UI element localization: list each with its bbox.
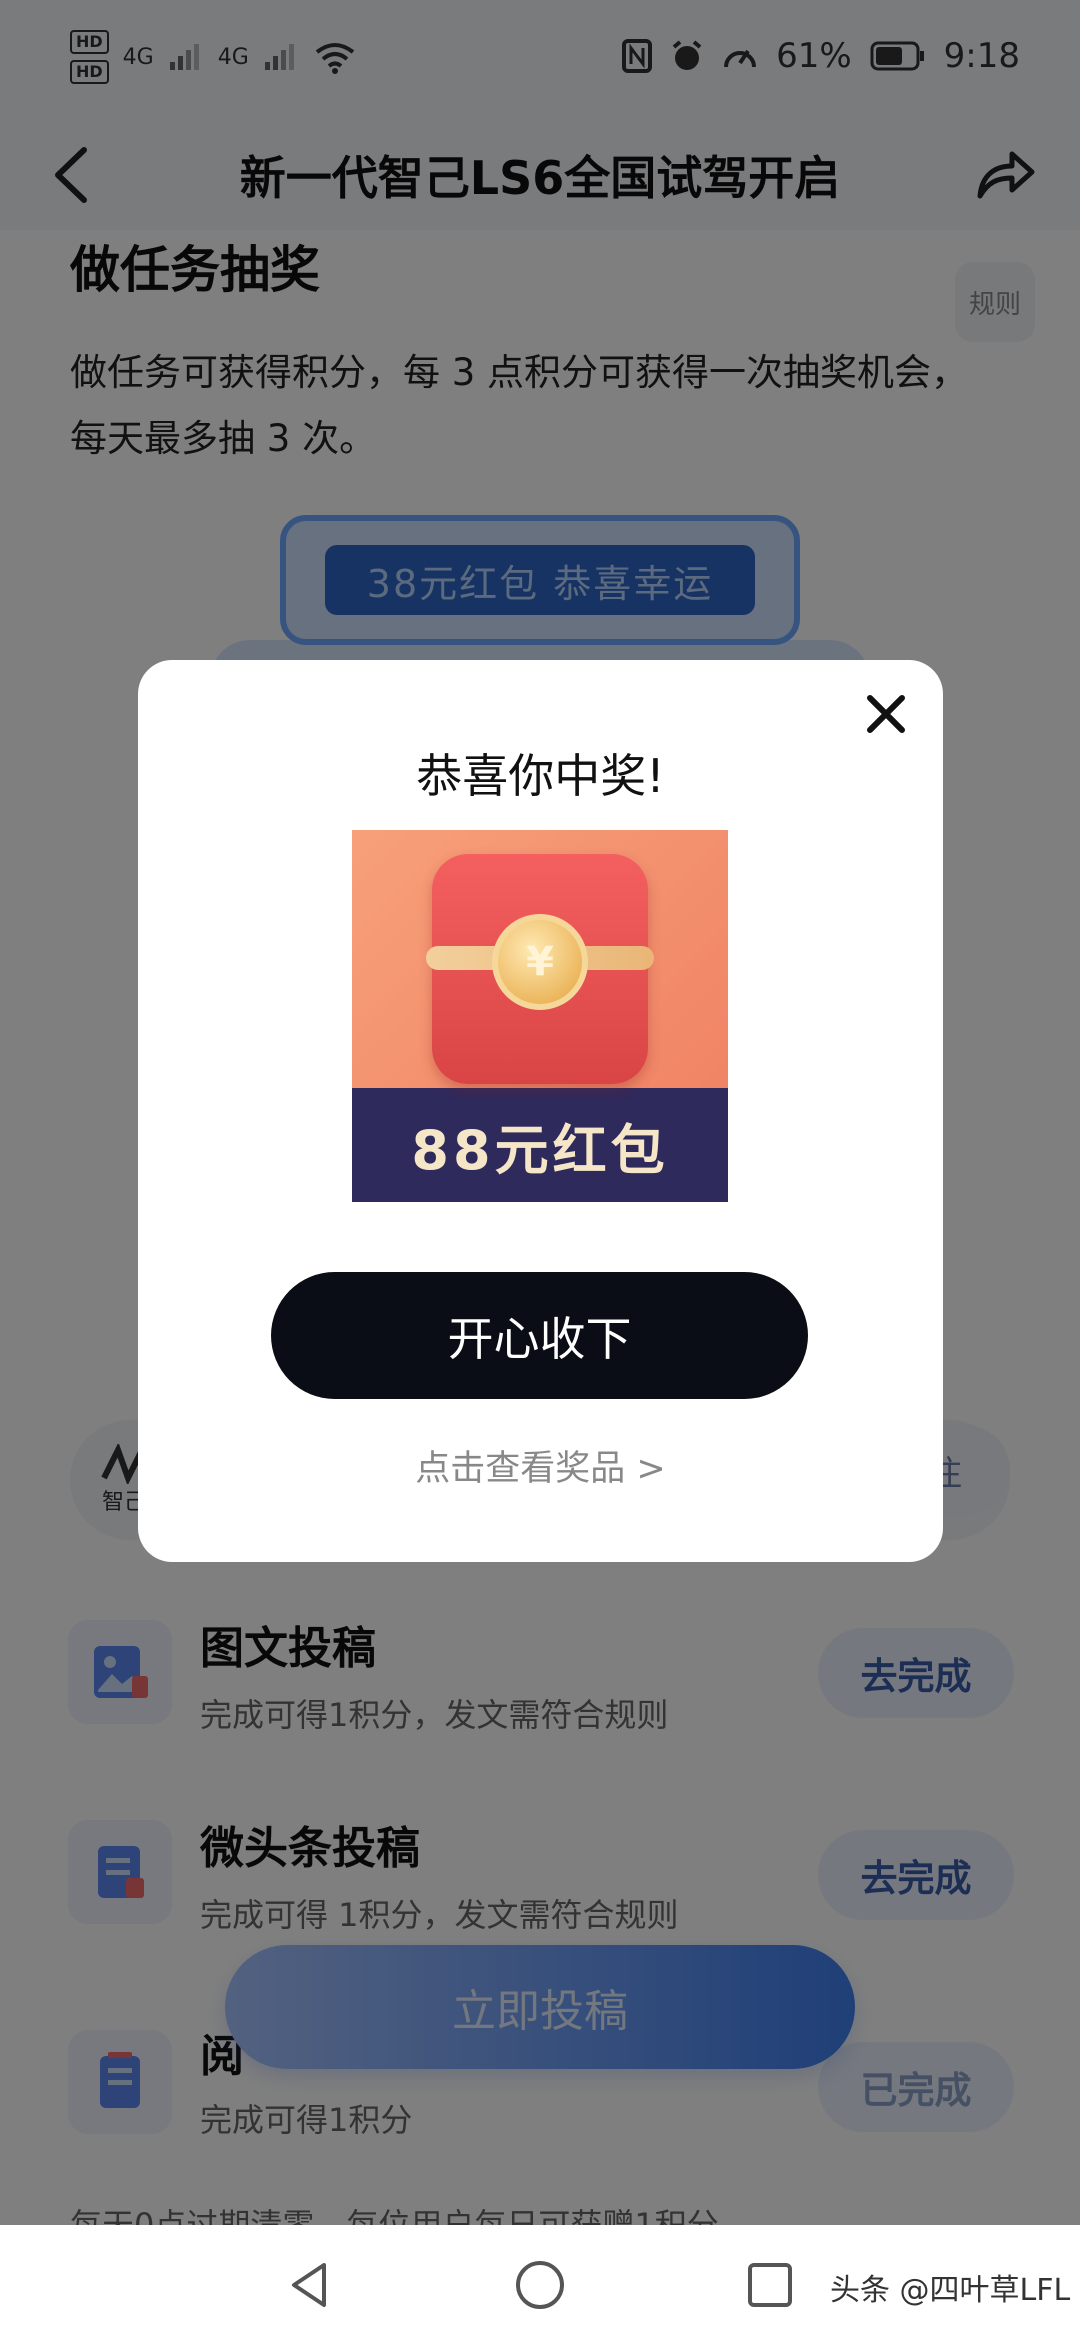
watermark: 头条 @四叶草LFL [830, 2273, 1071, 2308]
accept-prize-button[interactable]: 开心收下 [271, 1272, 808, 1399]
nav-recent-icon[interactable] [740, 2255, 800, 2315]
prize-label: 88元红包 [352, 1088, 728, 1202]
modal-title: 恭喜你中奖! [416, 749, 665, 803]
prize-image: ¥ 88元红包 [352, 830, 728, 1202]
prize-image-bg: ¥ [352, 830, 728, 1088]
nav-home-icon[interactable] [510, 2255, 570, 2315]
nav-back-icon[interactable] [280, 2255, 340, 2315]
coin-icon: ¥ [492, 914, 588, 1010]
close-icon[interactable] [860, 688, 912, 740]
view-prize-link[interactable]: 点击查看奖品 > [138, 1440, 943, 1491]
